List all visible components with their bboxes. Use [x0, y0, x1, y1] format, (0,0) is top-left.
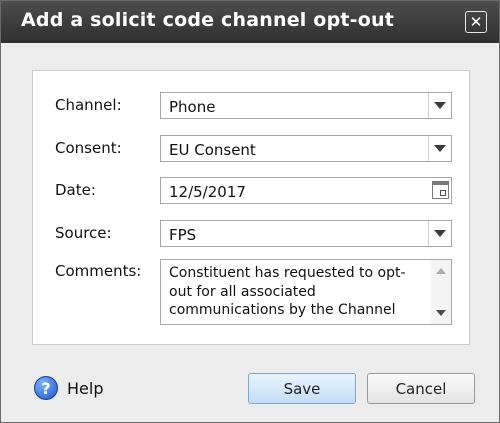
help-label[interactable]: Help — [67, 379, 103, 398]
calendar-icon[interactable] — [432, 181, 449, 199]
comments-label: Comments: — [55, 262, 142, 280]
consent-dropdown[interactable]: EU Consent — [160, 135, 452, 162]
opt-out-dialog: Add a solicit code channel opt-out ✕ Cha… — [0, 0, 500, 423]
consent-value: EU Consent — [169, 141, 256, 159]
channel-dropdown[interactable]: Phone — [160, 92, 452, 119]
scroll-down-icon[interactable] — [436, 310, 446, 316]
dialog-titlebar: Add a solicit code channel opt-out ✕ — [1, 1, 499, 43]
source-value: FPS — [169, 226, 197, 244]
comments-value: Constituent has requested to opt-out for… — [169, 265, 406, 318]
consent-label: Consent: — [55, 139, 122, 157]
dialog-title: Add a solicit code channel opt-out — [21, 9, 394, 31]
chevron-down-icon[interactable] — [428, 136, 451, 161]
channel-value: Phone — [169, 98, 216, 116]
close-button[interactable]: ✕ — [465, 11, 487, 33]
source-label: Source: — [55, 224, 112, 242]
form-panel: Channel: Phone Consent: EU Consent Date:… — [32, 70, 470, 345]
chevron-down-icon[interactable] — [428, 93, 451, 118]
date-label: Date: — [55, 181, 96, 199]
channel-label: Channel: — [55, 96, 122, 114]
scroll-up-icon[interactable] — [436, 268, 446, 274]
save-button[interactable]: Save — [248, 373, 356, 404]
help-icon[interactable]: ? — [34, 376, 58, 400]
cancel-button[interactable]: Cancel — [367, 373, 475, 404]
chevron-down-icon[interactable] — [428, 221, 451, 246]
comments-textarea[interactable]: Constituent has requested to opt-out for… — [160, 259, 452, 325]
date-field[interactable]: 12/5/2017 — [160, 177, 452, 204]
source-dropdown[interactable]: FPS — [160, 220, 452, 247]
comments-scrollbar[interactable] — [431, 260, 451, 324]
date-value: 12/5/2017 — [169, 183, 246, 201]
